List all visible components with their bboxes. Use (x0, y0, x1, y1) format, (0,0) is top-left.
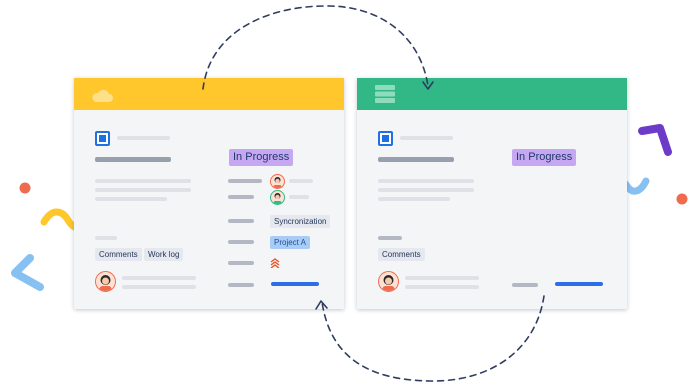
sync-arrow-top (202, 5, 429, 90)
sync-arrows-layer (202, 5, 545, 382)
arrow-head-bottom (315, 300, 328, 310)
sync-arrow-bottom (321, 295, 545, 382)
